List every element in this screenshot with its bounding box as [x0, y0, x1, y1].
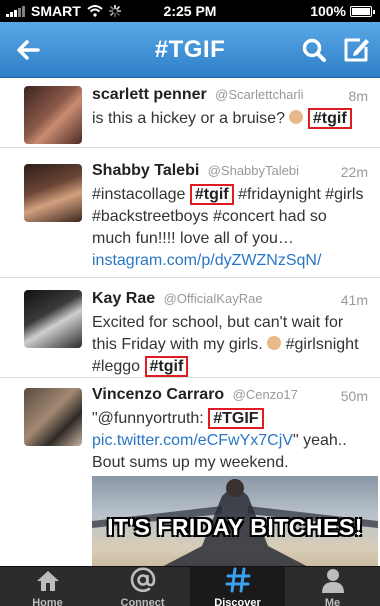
tweet-author-name[interactable]: Kay Rae [92, 290, 155, 307]
hashtag-icon [190, 567, 285, 593]
tweet-author-handle: @Scarlettcharli [215, 87, 304, 102]
tweet-photo[interactable]: IT'S FRIDAY BITCHES! [92, 476, 378, 572]
battery-percent: 100% [310, 3, 346, 19]
tweet-link[interactable]: pic.twitter.com/eCFwYx7CjV [92, 432, 293, 449]
avatar[interactable] [24, 86, 82, 144]
tweet-timestamp: 50m [340, 388, 368, 404]
tweet-author-handle: @ShabbyTalebi [207, 163, 299, 178]
person-icon [285, 567, 380, 593]
hashtag-highlight[interactable]: #tgif [189, 184, 234, 205]
tweet-timestamp: 22m [340, 164, 368, 180]
tab-discover[interactable]: Discover [190, 567, 285, 606]
emoji-icon [289, 110, 304, 124]
tweet-author-handle: @Cenzo17 [232, 387, 298, 402]
tweet-row[interactable]: scarlett penner @Scarlettcharli 8m is th… [0, 78, 380, 148]
compose-icon[interactable] [340, 34, 372, 66]
tweet-author-name[interactable]: scarlett penner [92, 86, 207, 103]
nav-bar: #TGIF [0, 22, 380, 78]
hashtag-highlight[interactable]: #tgif [307, 108, 352, 129]
tab-home[interactable]: Home [0, 567, 95, 606]
photo-caption: IT'S FRIDAY BITCHES! [107, 514, 363, 540]
tab-bar: Home Connect Discover Me [0, 566, 380, 606]
tweet-row[interactable]: Kay Rae @OfficialKayRae 41m Excited for … [0, 282, 380, 378]
battery-icon [350, 5, 375, 17]
tweet-timestamp: 41m [340, 292, 368, 308]
tweet-author-handle: @OfficialKayRae [163, 291, 263, 306]
tweet-author-name[interactable]: Shabby Talebi [92, 162, 199, 179]
home-icon [0, 567, 95, 593]
avatar[interactable] [24, 290, 82, 348]
tab-connect[interactable]: Connect [95, 567, 190, 606]
tweet-text: is this a hickey or a bruise? #tgif [92, 108, 370, 130]
at-icon [95, 567, 190, 593]
tweet-text: "@funnyortruth: #TGIF pic.twitter.com/eC… [92, 408, 347, 471]
search-icon[interactable] [298, 34, 330, 66]
hashtag-highlight[interactable]: #TGIF [208, 408, 264, 429]
tab-me[interactable]: Me [285, 567, 380, 606]
tweet-link[interactable]: instagram.com/p/dyZWZNzSqN/ [92, 252, 321, 269]
tweet-row[interactable]: Shabby Talebi @ShabbyTalebi 22m #instaco… [0, 154, 380, 278]
avatar[interactable] [24, 164, 82, 222]
hashtag-highlight[interactable]: #tgif [144, 356, 189, 377]
tweet-text: Excited for school, but can't wait for t… [92, 314, 359, 377]
tweet-timestamp: 8m [348, 88, 368, 104]
tweet-text: #instacollage #tgif #fridaynight #girls … [92, 184, 364, 269]
ok-hand-emoji-icon [267, 336, 282, 350]
tweet-author-name[interactable]: Vincenzo Carraro [92, 386, 224, 403]
avatar[interactable] [24, 388, 82, 446]
status-bar: SMART 2:25 PM 100% [0, 0, 380, 22]
